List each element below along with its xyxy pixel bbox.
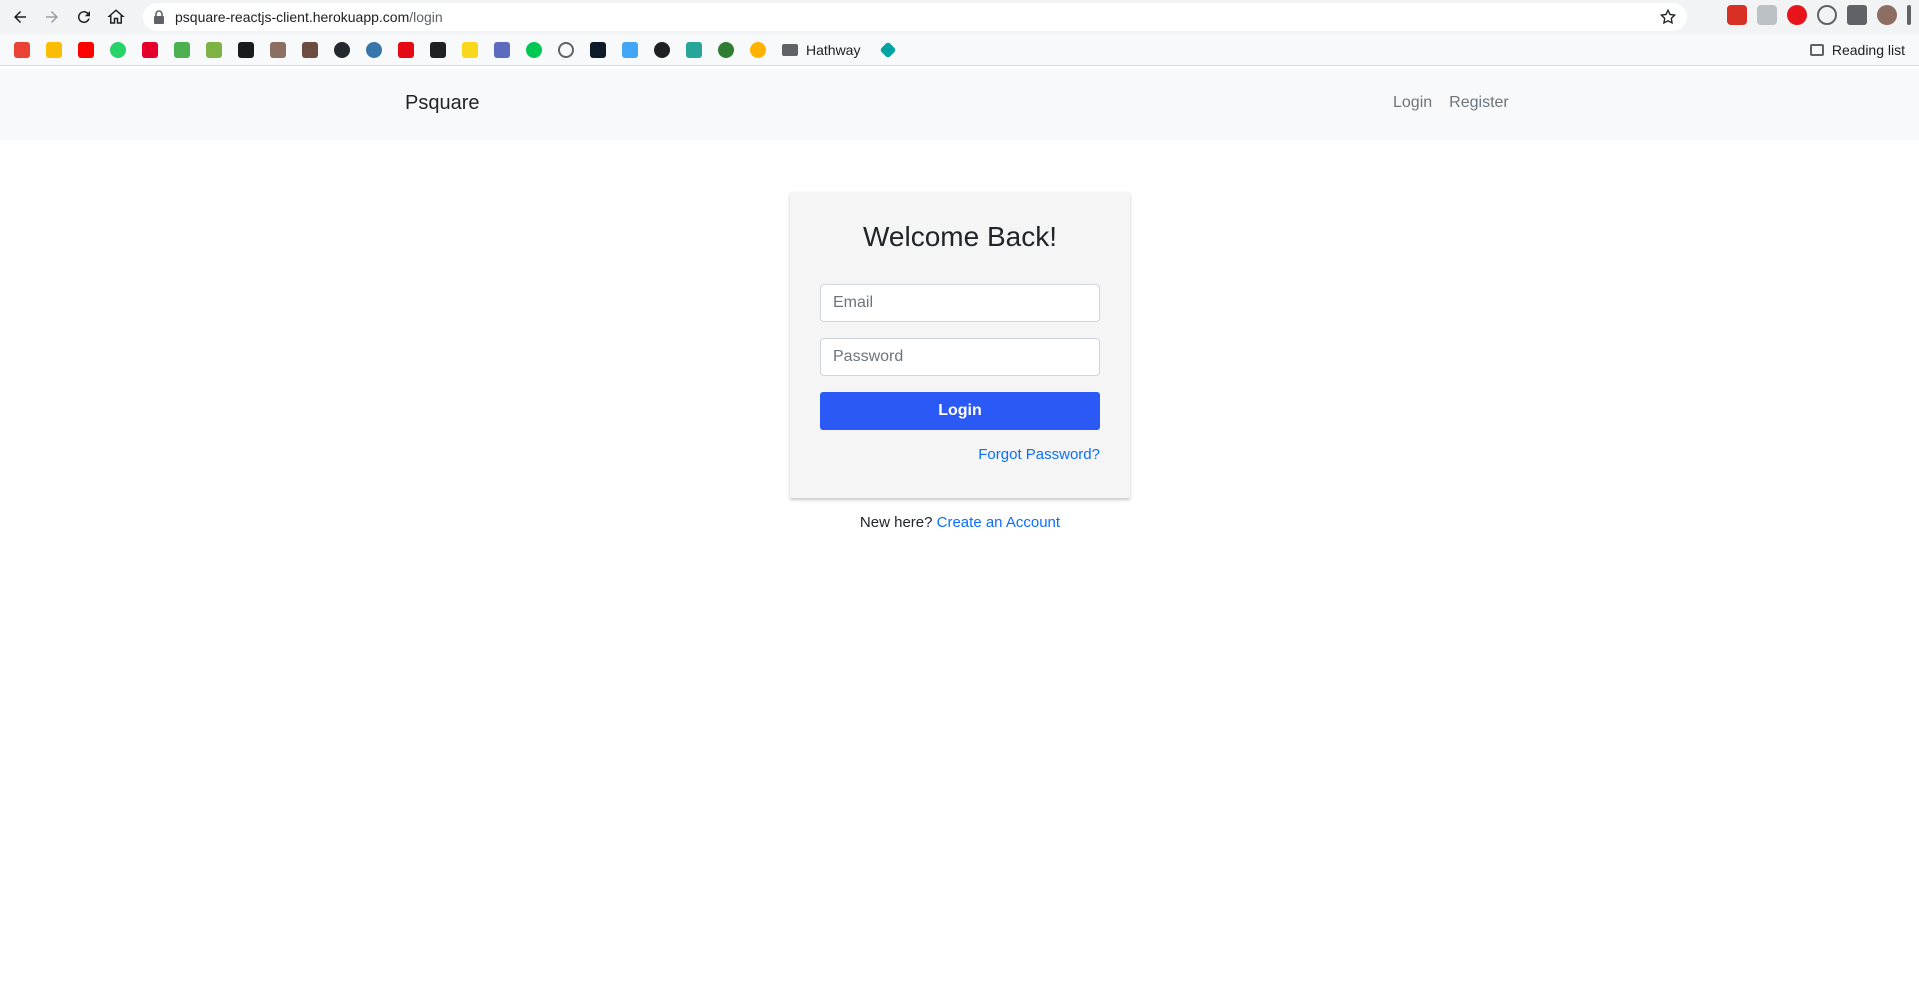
url-path: /login — [409, 9, 443, 25]
whatsapp-icon[interactable] — [110, 41, 126, 58]
bookmark-folder-label: Hathway — [806, 41, 861, 58]
bookmarks-bar: Hathway Reading list — [0, 34, 1919, 66]
back-icon[interactable] — [8, 5, 32, 29]
url-text: psquare-reactjs-client.herokuapp.com/log… — [175, 9, 443, 25]
extension-circle-icon[interactable] — [1817, 5, 1837, 25]
bookmark-blue-icon[interactable] — [494, 41, 510, 58]
email-field[interactable] — [820, 284, 1100, 322]
create-account-link[interactable]: Create an Account — [937, 514, 1060, 531]
signup-text: New here? — [859, 514, 933, 531]
extension-stop-icon[interactable] — [1787, 5, 1807, 25]
reading-list-button[interactable]: Reading list — [1809, 34, 1905, 66]
address-bar[interactable]: psquare-reactjs-client.herokuapp.com/log… — [143, 3, 1687, 31]
brand-link[interactable]: Psquare — [405, 92, 480, 115]
bookmark-moon-icon[interactable] — [750, 41, 766, 58]
avatar[interactable] — [1877, 5, 1897, 25]
hackerrank-icon[interactable] — [238, 41, 254, 58]
more-menu-icon[interactable] — [1907, 5, 1911, 25]
codechef-icon[interactable] — [302, 41, 318, 58]
bookmark-brown-icon[interactable] — [270, 41, 286, 58]
home-icon[interactable] — [104, 5, 128, 29]
bookmark-v-icon[interactable] — [398, 41, 414, 58]
password-field[interactable] — [820, 338, 1100, 376]
login-title: Welcome Back! — [863, 221, 1057, 252]
github-icon[interactable] — [334, 41, 350, 58]
bookmark-green-icon[interactable] — [206, 41, 222, 58]
bookmark-cube-icon[interactable] — [622, 41, 638, 58]
puzzle-icon[interactable] — [1847, 5, 1867, 25]
forgot-password-link[interactable]: Forgot Password? — [978, 446, 1100, 463]
reading-list-icon — [1809, 44, 1824, 56]
bookmark-green-circle-icon[interactable] — [526, 41, 542, 58]
youtube-icon[interactable] — [78, 41, 94, 58]
code-icon[interactable] — [174, 41, 190, 58]
bookmark-star-icon[interactable] — [1659, 8, 1677, 26]
navbar: Psquare Login Register — [0, 69, 1919, 140]
extension-gray-icon[interactable] — [1757, 5, 1777, 25]
nav-links: Login Register — [1393, 94, 1509, 112]
lock-icon — [154, 10, 164, 24]
extensions-area — [1727, 5, 1911, 25]
bookmark-folder-hathway[interactable]: Hathway — [782, 42, 860, 58]
nav-login-link[interactable]: Login — [1393, 94, 1432, 112]
bookmark-red-icon[interactable] — [142, 41, 158, 58]
forward-icon[interactable] — [40, 5, 64, 29]
reload-icon[interactable] — [72, 5, 96, 29]
python-icon[interactable] — [366, 41, 382, 58]
gmail-icon[interactable] — [14, 41, 30, 58]
bookmark-c-icon[interactable] — [718, 41, 734, 58]
url-host: psquare-reactjs-client.herokuapp.com — [175, 9, 410, 25]
bookmark-k-icon[interactable] — [686, 41, 702, 58]
signup-prompt: New here? Create an Account — [790, 514, 1130, 531]
react-icon[interactable] — [590, 41, 606, 58]
reading-list-label: Reading list — [1831, 42, 1905, 58]
folder-icon — [782, 43, 798, 56]
bookmark-black-icon[interactable] — [430, 41, 446, 58]
nav-register-link[interactable]: Register — [1449, 94, 1509, 112]
globe-icon[interactable] — [654, 41, 670, 58]
drive-icon[interactable] — [46, 41, 62, 58]
browser-toolbar: psquare-reactjs-client.herokuapp.com/log… — [0, 0, 1919, 34]
openai-icon[interactable] — [558, 41, 574, 58]
login-button[interactable]: Login — [820, 392, 1100, 430]
bookmark-diamond-icon[interactable] — [879, 41, 897, 58]
extension-red-icon[interactable] — [1727, 5, 1747, 25]
bookmark-yellow-icon[interactable] — [462, 41, 478, 58]
login-card: Welcome Back! Login Forgot Password? — [790, 192, 1130, 498]
